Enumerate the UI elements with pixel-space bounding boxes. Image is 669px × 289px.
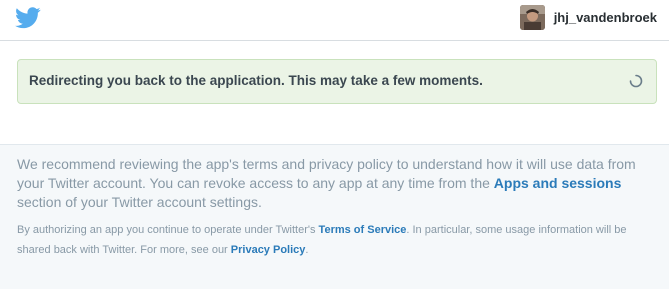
username[interactable]: jhj_vandenbroek (554, 10, 657, 25)
fine-print: By authorizing an app you continue to op… (17, 220, 657, 260)
avatar[interactable] (519, 4, 545, 30)
terms-notice: We recommend reviewing the app's terms a… (17, 155, 657, 212)
fine-print-text-before: By authorizing an app you continue to op… (17, 224, 319, 236)
terms-of-service-link[interactable]: Terms of Service (319, 224, 407, 236)
account-menu[interactable]: jhj_vandenbroek (519, 4, 657, 30)
section-divider (0, 144, 669, 145)
loading-spinner-icon (629, 74, 643, 88)
privacy-policy-link[interactable]: Privacy Policy (231, 244, 306, 256)
main-panel: jhj_vandenbroek Redirecting you back to … (0, 0, 669, 145)
redirect-notice: Redirecting you back to the application.… (17, 59, 657, 104)
top-bar: jhj_vandenbroek (0, 0, 669, 41)
redirect-message: Redirecting you back to the application.… (29, 73, 483, 88)
fine-print-text-after: . (305, 244, 309, 256)
terms-text-after: section of your Twitter account settings… (17, 194, 262, 210)
twitter-bird-icon[interactable] (15, 7, 41, 29)
apps-and-sessions-link[interactable]: Apps and sessions (494, 175, 622, 191)
